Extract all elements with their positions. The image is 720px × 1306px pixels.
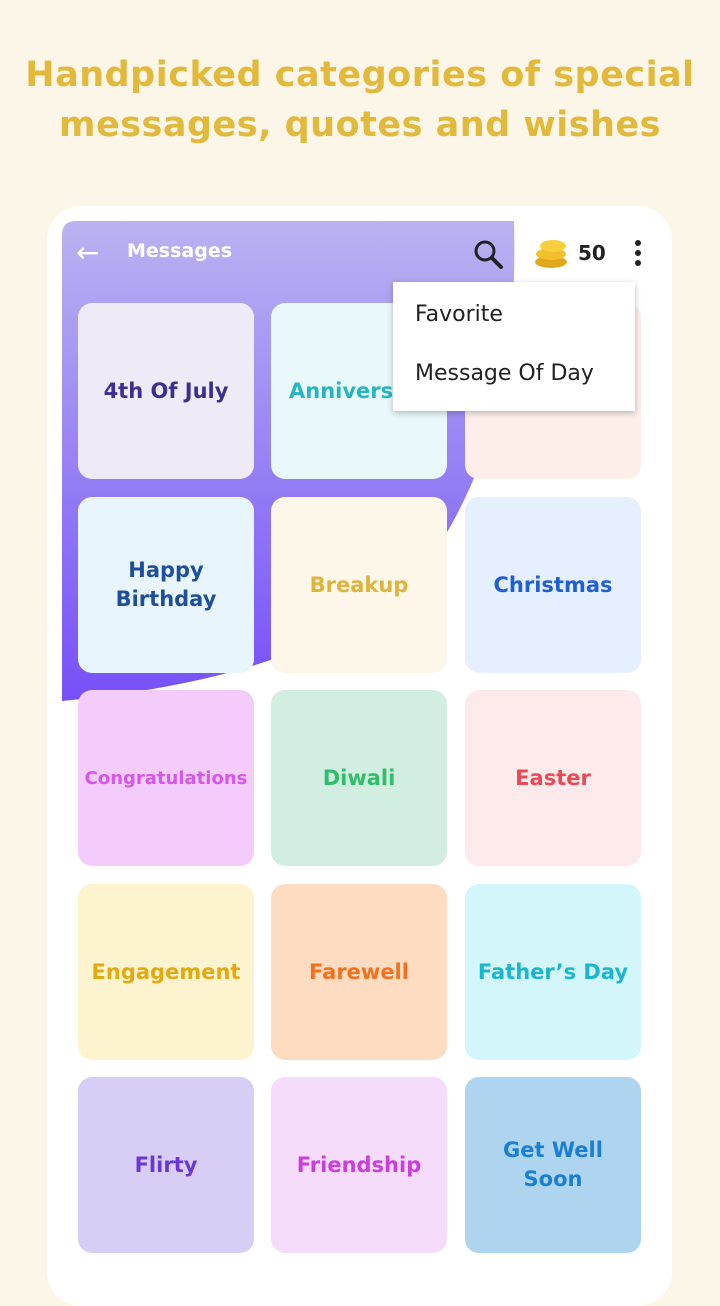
category-tile[interactable]: Happy Birthday <box>78 497 254 673</box>
category-tile[interactable]: Diwali <box>271 690 447 866</box>
category-label: Happy Birthday <box>115 558 217 611</box>
category-label: Get Well Soon <box>503 1138 603 1191</box>
category-label: Breakup <box>309 572 409 597</box>
category-tile[interactable]: Get Well Soon <box>465 1077 641 1253</box>
category-tile[interactable]: Breakup <box>271 497 447 673</box>
headline: Handpicked categories of special message… <box>25 55 695 145</box>
category-label: Father’s Day <box>477 959 629 984</box>
category-label: Engagement <box>91 959 241 984</box>
search-icon[interactable] <box>472 238 504 270</box>
category-label: Diwali <box>322 765 396 790</box>
category-tile[interactable]: Engagement <box>78 884 254 1060</box>
category-tile[interactable]: Christmas <box>465 497 641 673</box>
page-title: Messages <box>127 240 233 262</box>
coins-icon <box>535 240 567 268</box>
category-tile[interactable]: Congratulations <box>78 690 254 866</box>
more-vert-icon[interactable] <box>628 240 648 268</box>
category-label: 4th Of July <box>103 378 229 403</box>
category-label: Flirty <box>134 1152 198 1177</box>
category-tile[interactable]: Father’s Day <box>465 884 641 1060</box>
back-arrow-icon[interactable]: ← <box>76 238 99 268</box>
category-tile[interactable]: Flirty <box>78 1077 254 1253</box>
category-label: Easter <box>515 765 591 790</box>
category-tile[interactable]: Easter <box>465 690 641 866</box>
menu-item-favorite[interactable]: Favorite <box>415 302 503 327</box>
category-label: Christmas <box>493 572 613 597</box>
category-label: Congratulations <box>84 767 248 789</box>
category-tile[interactable]: Friendship <box>271 1077 447 1253</box>
overflow-menu: Favorite Message Of Day <box>393 282 635 411</box>
coin-count: 50 <box>578 241 606 265</box>
category-tile[interactable]: Farewell <box>271 884 447 1060</box>
menu-item-message-of-day[interactable]: Message Of Day <box>415 361 594 386</box>
category-tile[interactable]: 4th Of July <box>78 303 254 479</box>
category-label: Farewell <box>309 959 409 984</box>
category-label: Friendship <box>296 1152 422 1177</box>
